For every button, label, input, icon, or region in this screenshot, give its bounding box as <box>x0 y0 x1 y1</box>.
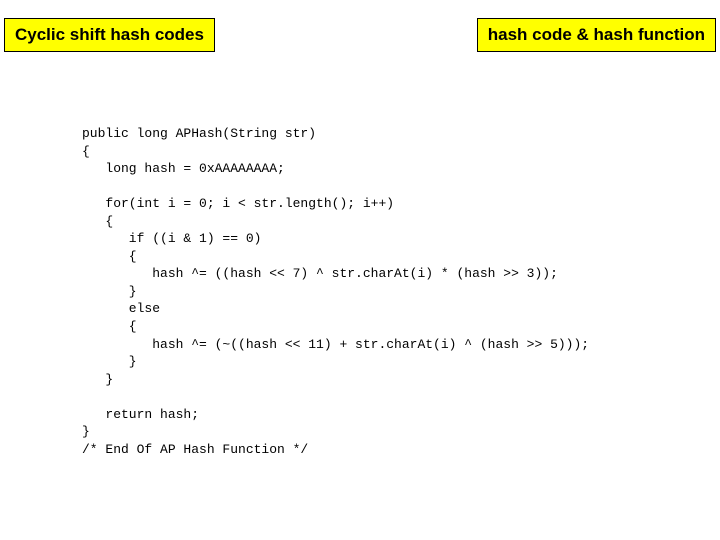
slide-tag: hash code & hash function <box>488 25 705 44</box>
code-block: public long APHash(String str) { long ha… <box>82 125 589 458</box>
slide-tag-box: hash code & hash function <box>477 18 716 52</box>
slide-title: Cyclic shift hash codes <box>15 25 204 44</box>
slide: Cyclic shift hash codes hash code & hash… <box>0 0 720 540</box>
slide-title-box: Cyclic shift hash codes <box>4 18 215 52</box>
